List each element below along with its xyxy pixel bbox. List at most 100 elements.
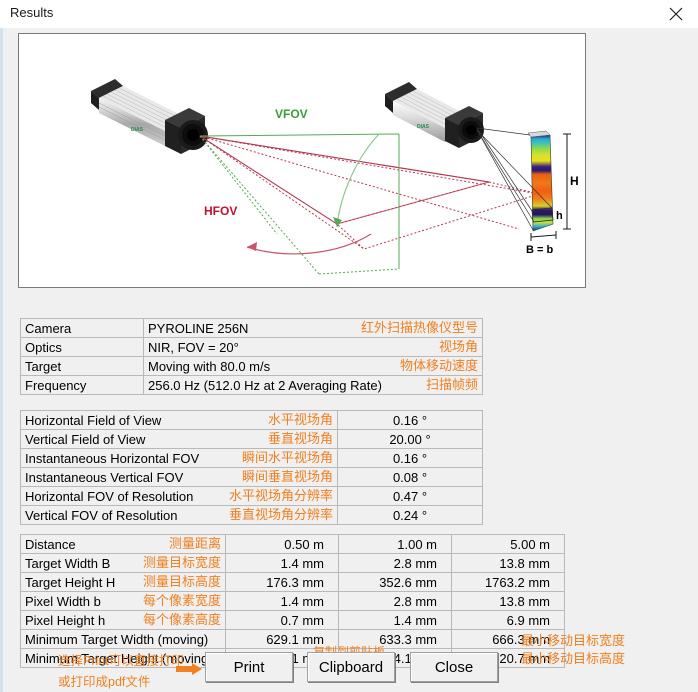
dist-row-label-cell: Pixel Width b 每个像素宽度: [21, 592, 226, 611]
optics-row-value: NIR, FOV = 20°: [148, 340, 239, 355]
fov-row-label-cell: Horizontal FOV of Resolution 水平视场角分辨率: [21, 487, 338, 506]
dist-value-100: 352.6 mm: [339, 573, 452, 592]
clipboard-button[interactable]: Clipboard: [307, 652, 395, 682]
dist-value-050: 176.3 mm: [226, 573, 339, 592]
dist-row-annotation: 每个像素宽度: [143, 592, 221, 609]
fov-row-annotation: 瞬间水平视场角: [242, 449, 333, 466]
fov-table: Horizontal Field of View 水平视场角 0.16 ° Ve…: [20, 410, 483, 525]
close-button[interactable]: Close: [410, 652, 498, 682]
fov-row-label-cell: Horizontal Field of View 水平视场角: [21, 411, 338, 430]
dist-row-label-cell: Pixel Height h 每个像素高度: [21, 611, 226, 630]
table-row: Target Height H 测量目标高度 176.3 mm 352.6 mm…: [21, 573, 565, 592]
dist-value-500: 5.00 m: [452, 535, 565, 554]
dimension-B: [531, 231, 556, 241]
camera-row-annotation: 红外扫描热像仪型号: [361, 319, 478, 336]
distance-table: Distance 测量距离 0.50 m 1.00 m 5.00 m Targe…: [20, 534, 565, 668]
dist-row-label: Pixel Height h: [25, 613, 105, 628]
camera-right-illustration: DIAS: [385, 82, 484, 148]
dist-value-050: 0.50 m: [226, 535, 339, 554]
camera-row-label: Camera: [21, 319, 144, 338]
dist-value-050: 1.4 mm: [226, 592, 339, 611]
target-row-value-cell: Moving with 80.0 m/s 物体移动速度: [144, 357, 483, 376]
fov-row-value: 0.24 °: [338, 506, 483, 525]
dist-row-label-cell: Target Width B 测量目标宽度: [21, 554, 226, 573]
min-width-annotation: 最小移动目标宽度: [521, 630, 625, 649]
dist-value-100: 1.4 mm: [339, 611, 452, 630]
table-row: Pixel Height h 每个像素高度 0.7 mm 1.4 mm 6.9 …: [21, 611, 565, 630]
svg-text:DIAS: DIAS: [417, 124, 430, 130]
fov-row-annotation: 瞬间垂直视场角: [242, 468, 333, 485]
table-row: Vertical Field of View 垂直视场角 20.00 °: [21, 430, 483, 449]
print-hint-line1: 选择Print可以直接打印: [58, 650, 184, 669]
dist-row-label-cell: Minimum Target Width (moving): [21, 630, 226, 649]
optics-row-value-cell: NIR, FOV = 20° 视场角: [144, 338, 483, 357]
dist-value-500: 1763.2 mm: [452, 573, 565, 592]
window-title: Results: [10, 5, 53, 20]
svg-text:DIAS: DIAS: [131, 127, 144, 133]
fov-row-value: 0.08 °: [338, 468, 483, 487]
dist-row-label: Minimum Target Width (moving): [25, 632, 208, 647]
dist-value-050: 1.4 mm: [226, 554, 339, 573]
hfov-label: HFOV: [204, 204, 237, 218]
dist-row-annotation: 测量目标高度: [143, 573, 221, 590]
fov-row-label: Vertical FOV of Resolution: [25, 508, 177, 523]
fov-row-label: Instantaneous Vertical FOV: [25, 470, 183, 485]
table-row: Target Width B 测量目标宽度 1.4 mm 2.8 mm 13.8…: [21, 554, 565, 573]
fov-row-label-cell: Vertical Field of View 垂直视场角: [21, 430, 338, 449]
optics-row-annotation: 视场角: [439, 338, 478, 355]
dist-row-label: Target Width B: [25, 556, 110, 571]
print-button[interactable]: Print: [205, 652, 293, 682]
table-row: Target Moving with 80.0 m/s 物体移动速度: [21, 357, 483, 376]
fov-diagram: DIAS HFOV: [18, 33, 586, 288]
dimension-B-label: B = b: [526, 244, 553, 256]
camera-info-table: Camera PYROLINE 256N 红外扫描热像仪型号 Optics NI…: [20, 318, 483, 395]
dist-row-label: Distance: [25, 537, 76, 552]
fov-row-value: 0.16 °: [338, 449, 483, 468]
fov-row-annotation: 水平视场角分辨率: [229, 487, 333, 504]
dimension-H-label: H: [570, 174, 579, 188]
target-row-annotation: 物体移动速度: [400, 357, 478, 374]
dist-row-label-cell: Distance 测量距离: [21, 535, 226, 554]
dist-value-500: 13.8 mm: [452, 592, 565, 611]
dist-row-annotation: 测量距离: [169, 535, 221, 552]
table-row: Horizontal FOV of Resolution 水平视场角分辨率 0.…: [21, 487, 483, 506]
fov-row-value: 0.47 °: [338, 487, 483, 506]
print-hint-line2: 或打印成pdf文件: [58, 671, 150, 690]
dimension-h-label: h: [556, 210, 563, 222]
table-row: Instantaneous Horizontal FOV 瞬间水平视场角 0.1…: [21, 449, 483, 468]
table-row: Frequency 256.0 Hz (512.0 Hz at 2 Averag…: [21, 376, 483, 395]
fov-row-label-cell: Instantaneous Vertical FOV 瞬间垂直视场角: [21, 468, 338, 487]
fov-row-value: 0.16 °: [338, 411, 483, 430]
fov-row-annotation: 垂直视场角分辨率: [229, 506, 333, 523]
table-row: Instantaneous Vertical FOV 瞬间垂直视场角 0.08 …: [21, 468, 483, 487]
frequency-row-value: 256.0 Hz (512.0 Hz at 2 Averaging Rate): [148, 378, 382, 393]
dist-value-100: 2.8 mm: [339, 592, 452, 611]
dist-value-500: 13.8 mm: [452, 554, 565, 573]
target-row-value: Moving with 80.0 m/s: [148, 359, 270, 374]
frequency-row-annotation: 扫描帧频: [426, 376, 478, 393]
dist-row-annotation: 测量目标宽度: [143, 554, 221, 571]
dist-value-050: 0.7 mm: [226, 611, 339, 630]
frequency-row-label: Frequency: [21, 376, 144, 395]
dist-row-label-cell: Target Height H 测量目标高度: [21, 573, 226, 592]
optics-row-label: Optics: [21, 338, 144, 357]
title-bar: Results: [0, 0, 698, 28]
camera-row-value: PYROLINE 256N: [148, 321, 248, 336]
fov-row-label: Horizontal FOV of Resolution: [25, 489, 193, 504]
dist-row-label: Target Height H: [25, 575, 115, 590]
table-row: Camera PYROLINE 256N 红外扫描热像仪型号: [21, 319, 483, 338]
results-window: Results: [0, 0, 698, 692]
dist-value-100: 1.00 m: [339, 535, 452, 554]
min-height-annotation: 最小移动目标高度: [521, 648, 625, 667]
table-row: Pixel Width b 每个像素宽度 1.4 mm 2.8 mm 13.8 …: [21, 592, 565, 611]
table-row: Optics NIR, FOV = 20° 视场角: [21, 338, 483, 357]
close-icon[interactable]: [654, 0, 698, 28]
camera-left-illustration: DIAS: [91, 79, 208, 154]
target-row-label: Target: [21, 357, 144, 376]
table-row: Distance 测量距离 0.50 m 1.00 m 5.00 m: [21, 535, 565, 554]
fov-row-label: Instantaneous Horizontal FOV: [25, 451, 199, 466]
fov-row-value: 20.00 °: [338, 430, 483, 449]
fov-row-label: Horizontal Field of View: [25, 413, 161, 428]
dist-row-annotation: 每个像素高度: [143, 611, 221, 628]
arrow-right-icon: [176, 662, 202, 674]
